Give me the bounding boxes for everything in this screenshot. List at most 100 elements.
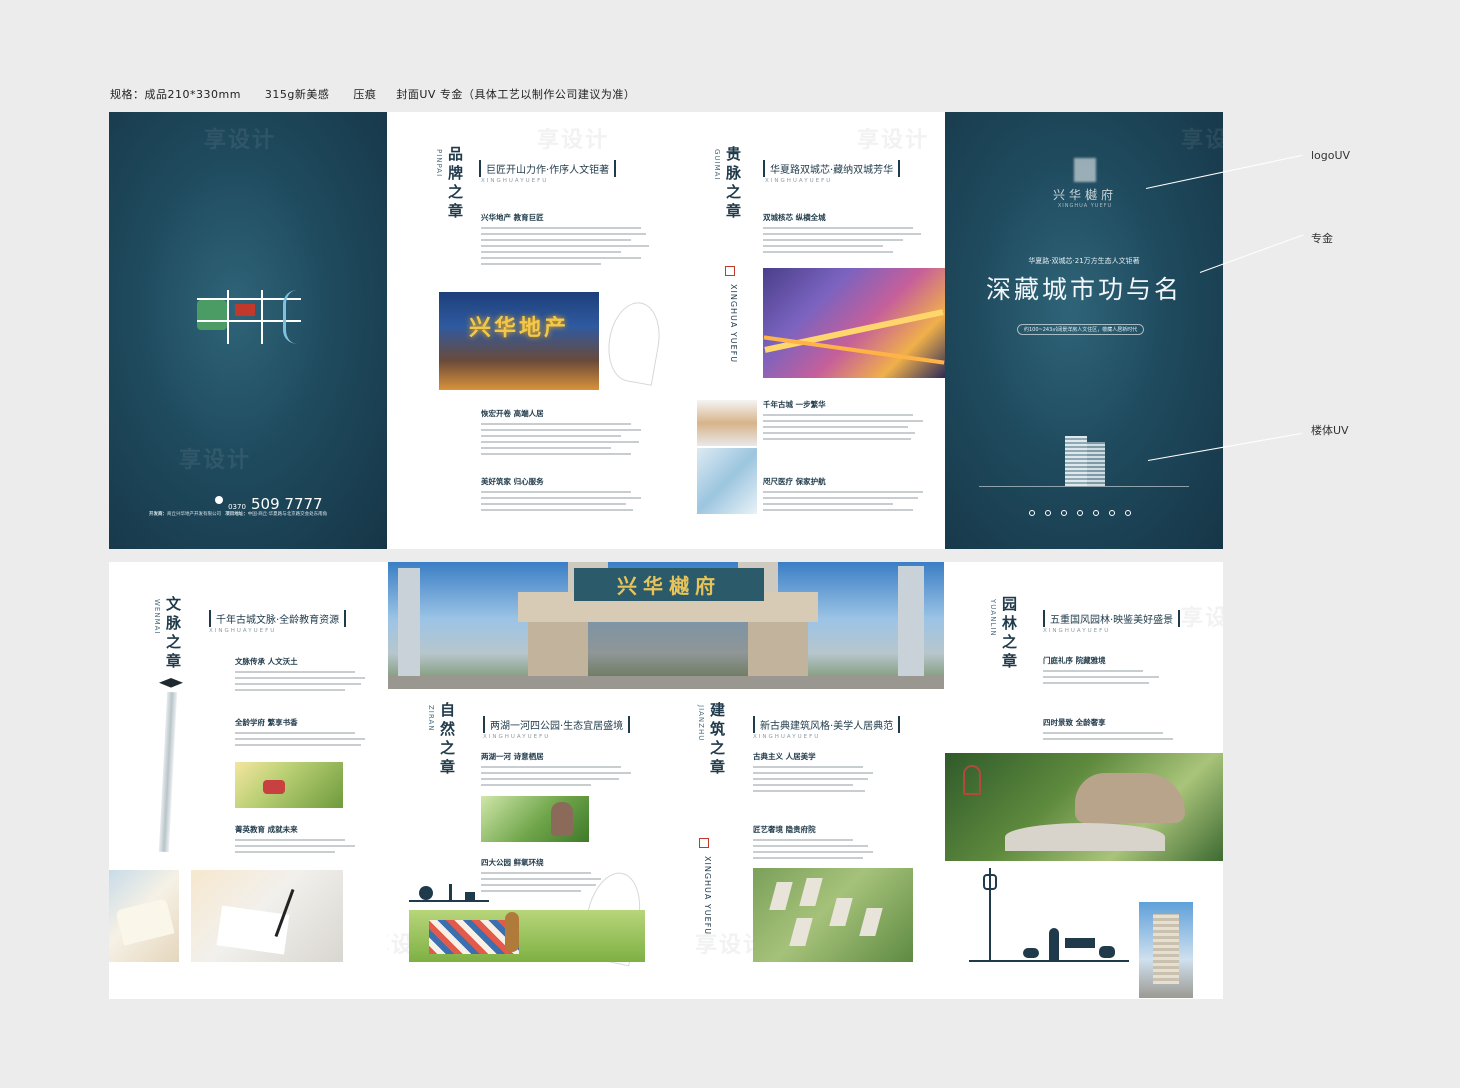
cover-headline: 深藏城市功与名 bbox=[985, 275, 1182, 304]
medical-photo bbox=[697, 448, 757, 514]
logo-mark-icon bbox=[1074, 158, 1096, 182]
section-title: 巨匠开山力作·作序人文钜著 bbox=[450, 160, 645, 177]
spec-size: 规格：成品210*330mm bbox=[110, 88, 241, 101]
back-cover-panel: 享设计 享设计 0370 509 7777 开发商：商丘兴华地产开发有限公司 项… bbox=[109, 112, 387, 549]
gate-entrance-photo: 兴华樾府 bbox=[388, 562, 944, 689]
section-subtitle: XINGHUAYUEFU bbox=[481, 178, 549, 184]
wenmai-panel: 享设计 文脉之章 WENMAI 千年古城文脉·全龄教育资源 XINGHUAYUE… bbox=[109, 562, 387, 999]
open-book-photo bbox=[109, 870, 179, 962]
sub-heading: 千年古城 一步繁华 bbox=[763, 400, 826, 409]
chapter-pinyin: JIANZHU bbox=[697, 705, 705, 742]
section-title: 千年古城文脉·全龄教育资源 bbox=[180, 610, 375, 627]
section-subtitle: XINGHUAYUEFU bbox=[1043, 628, 1111, 634]
logo-subtext: XINGHUA YUEFU bbox=[1057, 203, 1113, 209]
sub-heading: 四时景致 全龄奢享 bbox=[1043, 718, 1106, 727]
sub-heading: 恢宏开卷 高端人居 bbox=[481, 409, 544, 418]
watermark: 享设计 bbox=[537, 128, 610, 153]
sub-heading: 四大公园 鲜氧环绕 bbox=[481, 858, 544, 867]
paragraph-placeholder bbox=[481, 763, 651, 790]
family-pets-silhouette bbox=[969, 868, 1129, 964]
pinpai-panel: 享设计 品牌之章 PINPAI 巨匠开山力作·作序人文钜著 XINGHUAYUE… bbox=[387, 112, 667, 549]
section-title: 两湖一河四公园·生态宜居盛境 bbox=[454, 716, 659, 733]
chapter-pinyin: ZIRAN bbox=[427, 705, 435, 732]
writing-hand-photo bbox=[191, 870, 343, 962]
gate-sign: 兴华樾府 bbox=[574, 568, 764, 601]
logo: 兴华樾府 XINGHUA YUEFU bbox=[1035, 158, 1135, 209]
watermark: 享设计 bbox=[1181, 128, 1223, 153]
overpass-photo bbox=[763, 268, 945, 378]
watermark: 享设计 bbox=[204, 128, 277, 153]
section-subtitle: XINGHUAYUEFU bbox=[483, 734, 551, 740]
paragraph-placeholder bbox=[753, 763, 923, 796]
sub-heading: 门庭礼序 院藏雅境 bbox=[1043, 656, 1106, 665]
spec-paper: 315g新美感 bbox=[264, 88, 330, 101]
seal-stamp-icon bbox=[699, 838, 709, 848]
building-illustration bbox=[1057, 436, 1111, 486]
ground-line bbox=[979, 486, 1189, 487]
cover-tagline: 华夏路·双城芯·21万方生态人文钜著 bbox=[1028, 257, 1140, 265]
section-subtitle: XINGHUAYUEFU bbox=[765, 178, 833, 184]
sub-heading: 咫尺医疗 保家护航 bbox=[763, 477, 826, 486]
seal-stamp-icon bbox=[725, 266, 735, 276]
chapter-title: 建筑之章 bbox=[708, 702, 726, 778]
feather-decoration bbox=[158, 691, 178, 853]
sub-heading: 双城核芯 纵横全城 bbox=[763, 213, 826, 222]
chapter-pinyin: PINPAI bbox=[435, 149, 443, 178]
paragraph-placeholder bbox=[1043, 667, 1213, 688]
chapter-title: 品牌之章 bbox=[446, 146, 464, 222]
chapter-title: 贵脉之章 bbox=[724, 146, 742, 222]
aerial-community-photo bbox=[753, 868, 913, 962]
picnic-photo bbox=[409, 910, 645, 962]
dandelion-girl-photo bbox=[481, 796, 589, 842]
section-title: 新古典建筑风格·美学人居典范 bbox=[724, 716, 929, 733]
sub-heading: 两湖一河 诗意栖居 bbox=[481, 752, 544, 761]
paragraph-placeholder bbox=[1043, 729, 1213, 744]
sub-heading: 古典主义 人居美学 bbox=[753, 752, 816, 761]
sub-heading: 菁英教育 成就未来 bbox=[235, 825, 298, 834]
feature-icons-row bbox=[1029, 510, 1139, 520]
developer-info: 开发商：商丘兴华地产开发有限公司 项目地址：中国·商丘·华夏路与北京路交会处东南… bbox=[149, 512, 328, 517]
sub-heading: 匠艺奢境 隐贵府院 bbox=[753, 825, 816, 834]
logo-text: 兴华樾府 bbox=[1052, 188, 1117, 202]
sub-heading: 全龄学府 繁享书香 bbox=[235, 718, 298, 727]
guimai-panel: 享设计 贵脉之章 GUIMAI 华夏路双城芯·藏纳双城芳华 XINGHUAYUE… bbox=[667, 112, 945, 549]
section-subtitle: XINGHUAYUEFU bbox=[753, 734, 821, 740]
chapter-title: 文脉之章 bbox=[164, 596, 182, 672]
spec-process-emboss: 压痕 bbox=[353, 88, 377, 101]
callout-gold: 专金 bbox=[1311, 232, 1333, 245]
tower-photo bbox=[1139, 902, 1193, 998]
chapter-title: 自然之章 bbox=[438, 702, 456, 778]
paragraph-placeholder bbox=[235, 836, 387, 857]
paragraph-placeholder bbox=[481, 488, 651, 515]
sub-heading: 兴华地产 教育巨匠 bbox=[481, 213, 544, 222]
chapter-pinyin: WENMAI bbox=[153, 599, 161, 635]
supermarket-photo bbox=[697, 400, 757, 446]
paragraph-placeholder bbox=[763, 224, 933, 257]
photo-headline: 兴华地产 bbox=[469, 315, 570, 341]
callout-logo-uv: logoUV bbox=[1311, 149, 1351, 162]
paragraph-placeholder bbox=[763, 488, 933, 515]
chapter-pinyin: YUANLIN bbox=[989, 599, 997, 637]
garden-rockery-photo bbox=[945, 753, 1223, 861]
section-title: 五重国风园林·映鉴美好盛景 bbox=[1014, 610, 1209, 627]
park-silhouette bbox=[409, 878, 489, 902]
paragraph-placeholder bbox=[753, 836, 923, 863]
watermark: 享设计 bbox=[1181, 606, 1223, 631]
city-night-photo: 兴华地产 bbox=[439, 292, 599, 390]
paragraph-placeholder bbox=[481, 224, 651, 269]
sub-heading: 美好筑家 归心服务 bbox=[481, 477, 544, 486]
chapter-pinyin: GUIMAI bbox=[713, 149, 721, 181]
paragraph-placeholder bbox=[235, 729, 387, 750]
graduation-cap-icon bbox=[159, 678, 183, 688]
vertical-brand-en: XINGHUA YUEFU bbox=[703, 856, 712, 936]
spec-process-uv: 封面UV 专金（具体工艺以制作公司建议为准） bbox=[396, 88, 636, 101]
cover-subline: 约100~243㎡阔景洋房人文住区，敬藏人居新时代 bbox=[1017, 324, 1145, 335]
callout-building-uv: 楼体UV bbox=[1311, 424, 1349, 437]
paragraph-placeholder bbox=[481, 420, 651, 459]
sub-heading: 文脉传承 人文沃土 bbox=[235, 657, 298, 666]
paragraph-placeholder bbox=[235, 668, 387, 695]
yuanlin-panel: 享设计 园林之章 YUANLIN 五重国风园林·映鉴美好盛景 XINGHUAYU… bbox=[945, 562, 1223, 999]
watermark: 享设计 bbox=[179, 448, 252, 473]
leaf-decoration bbox=[602, 298, 666, 386]
front-cover-panel: 享设计 兴华樾府 XINGHUA YUEFU 华夏路·双城芯·21万方生态人文钜… bbox=[945, 112, 1223, 549]
